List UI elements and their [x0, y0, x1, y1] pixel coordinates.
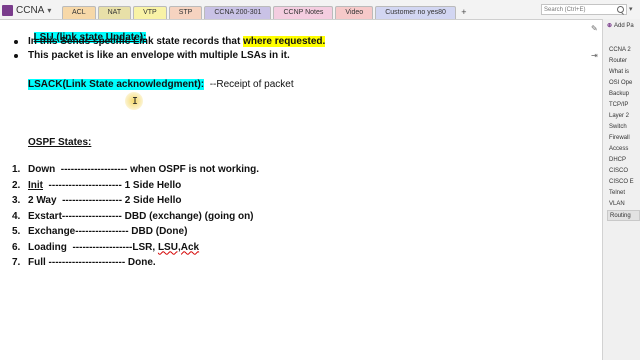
- state-number: 4.: [12, 210, 21, 222]
- loading-lsu-ack: LSU,Ack: [157, 241, 200, 253]
- bullet-dot: [14, 54, 18, 58]
- title-bar: CCNA ▾ ACL NAT VTP STP CCNA 200-301 CCNP…: [0, 0, 640, 20]
- state-line: 2 Way ------------------ 2 Side Hello: [28, 195, 182, 207]
- page-item[interactable]: Telnet: [609, 188, 640, 199]
- state-name: Full: [28, 257, 46, 268]
- state-line: Exstart------------------ DBD (exchange)…: [28, 211, 254, 223]
- state-number: 2.: [12, 179, 21, 191]
- bullet-1-highlight: where requested.: [243, 36, 326, 47]
- pin-icon[interactable]: ✎: [591, 24, 598, 33]
- state-description: ----------------------- Done.: [45, 257, 156, 268]
- mouse-cursor: I: [125, 92, 143, 110]
- page-item[interactable]: Access: [609, 144, 640, 155]
- state-number: 1.: [12, 164, 21, 175]
- tab-acl[interactable]: ACL: [62, 6, 96, 19]
- tab-ccna-200-301[interactable]: CCNA 200-301: [204, 6, 272, 19]
- notebook-icon: [2, 4, 13, 16]
- state-description: ---------------- DBD (Done): [75, 226, 188, 237]
- chevron-down-icon[interactable]: ▾: [629, 5, 633, 13]
- bullet-line-1: In this Sends specific Link state record…: [28, 36, 326, 48]
- state-line: Init ---------------------- 1 Side Hello: [28, 180, 181, 192]
- state-name: Down: [28, 164, 56, 175]
- page-list-panel: ⊕ Add Pa CCNA 2 Router What is OSI Ope Backup…: [602, 19, 640, 360]
- state-description: ------------------ DBD (exchange) (going…: [61, 210, 254, 222]
- collapse-icon[interactable]: ⇥: [591, 51, 598, 60]
- state-number: 5.: [12, 226, 21, 237]
- page-item[interactable]: VLAN: [609, 199, 640, 210]
- state-name: Loading: [28, 241, 67, 253]
- state-name: 2 Way: [28, 195, 57, 206]
- state-line: Loading ------------------LSR, LSU,Ack: [28, 242, 199, 254]
- state-description: ---------------------- 1 Side Hello: [43, 179, 182, 191]
- notebook-name: CCNA: [16, 4, 45, 16]
- page-item[interactable]: DHCP: [609, 155, 640, 166]
- add-page-label: Add Pa: [614, 23, 634, 29]
- page-item[interactable]: Backup: [609, 89, 640, 100]
- text-cursor-icon: I: [132, 96, 139, 107]
- state-number: 7.: [12, 257, 21, 268]
- page-item[interactable]: Routing: [607, 210, 640, 221]
- state-number: 6.: [12, 241, 21, 253]
- page-item[interactable]: What is: [609, 67, 640, 78]
- bullet-1-text: In this Sends specific Link state record…: [28, 36, 244, 47]
- page-item[interactable]: TCP/IP: [609, 100, 640, 111]
- tab-customer[interactable]: Customer no yes80: [375, 6, 456, 19]
- state-name: Init: [28, 179, 43, 191]
- search-icon[interactable]: [617, 6, 624, 13]
- tab-stp[interactable]: STP: [168, 6, 203, 19]
- page-item[interactable]: Firewall: [609, 133, 640, 144]
- page-item[interactable]: CISCO: [609, 166, 640, 177]
- ospf-states-heading-text: OSPF States:: [28, 137, 92, 148]
- state-description: -------------------- when OSPF is not wo…: [55, 164, 260, 175]
- notebook-selector[interactable]: CCNA ▾: [2, 3, 51, 17]
- state-description: ------------------ 2 Side Hello: [56, 195, 182, 206]
- page-item[interactable]: CISCO E: [609, 177, 640, 188]
- page-item[interactable]: CCNA 2: [609, 45, 640, 56]
- state-name: Exchange: [28, 226, 76, 237]
- state-line: Down -------------------- when OSPF is n…: [28, 164, 259, 176]
- state-line: Exchange---------------- DBD (Done): [28, 226, 187, 238]
- page-item[interactable]: OSI Ope: [609, 78, 640, 89]
- tab-vtp[interactable]: VTP: [133, 6, 167, 19]
- section-tabs: ACL NAT VTP STP CCNA 200-301 CCNP Notes …: [62, 6, 470, 19]
- ospf-states-heading: OSPF States:: [28, 137, 91, 149]
- state-line: Full ----------------------- Done.: [28, 257, 156, 269]
- tab-video[interactable]: Video: [335, 6, 374, 19]
- tab-nat[interactable]: NAT: [97, 6, 132, 19]
- state-name: Exstart: [28, 210, 62, 222]
- state-description: ------------------LSR,: [66, 241, 158, 253]
- chevron-down-icon: ▾: [47, 5, 52, 15]
- page-item[interactable]: Router: [609, 56, 640, 67]
- lsack-heading: LSACK(Link State acknowledgment):: [28, 79, 205, 90]
- page-item[interactable]: Switch: [609, 122, 640, 133]
- page-item[interactable]: Layer 2: [609, 111, 640, 122]
- add-page-button[interactable]: ⊕ Add Pa: [607, 22, 634, 29]
- lsack-description: --Receipt of packet: [204, 79, 294, 90]
- tab-ccnp-notes[interactable]: CCNP Notes: [273, 6, 334, 19]
- state-number: 3.: [12, 195, 21, 206]
- bullet-line-2: This packet is like an envelope with mul…: [28, 50, 290, 61]
- search-input[interactable]: Search (Ctrl+E): [541, 4, 627, 15]
- search-placeholder: Search (Ctrl+E): [544, 7, 586, 13]
- plus-icon: ⊕: [607, 23, 613, 29]
- lsack-line: LSACK(Link State acknowledgment): --Rece…: [28, 79, 294, 91]
- bullet-dot: [14, 40, 18, 44]
- add-section-button[interactable]: +: [458, 6, 470, 18]
